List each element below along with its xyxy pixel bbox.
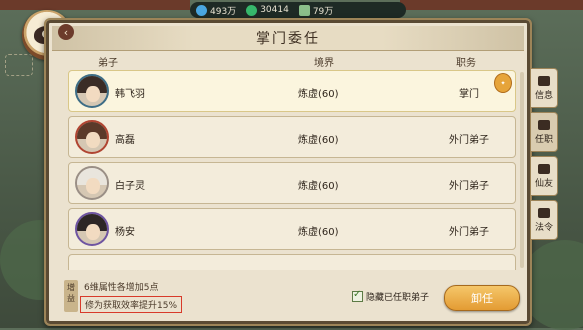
resource-bar: 493万 30414 79万 [190,2,406,18]
avatar-face [86,178,100,194]
row-post: 掌门 [459,89,479,100]
row-name: 韩飞羽 [115,89,145,100]
avatar [75,120,109,154]
avatar-face [86,132,100,148]
row-name: 白子灵 [115,181,145,192]
column-post: 职务 [456,58,476,69]
table-row-partial[interactable] [68,254,516,270]
column-realm: 境界 [314,58,334,69]
row-realm: 炼虚(60) [298,89,339,100]
table-row[interactable]: 高磊 炼虚(60) 外门弟子 [68,116,516,158]
avatar [75,212,109,246]
tab-friends[interactable]: 仙友 [530,156,558,196]
table-row[interactable]: 韩飞羽 炼虚(60) 掌门 ✦ [68,70,516,112]
tab-label: 信息 [534,90,553,101]
water-drop-icon [196,4,207,16]
dismiss-button[interactable]: 卸任 [444,285,520,311]
checkbox-label: 隐藏已任职弟子 [366,293,430,303]
disciple-list[interactable]: 韩飞羽 炼虚(60) 掌门 ✦ 高磊 炼虚(60) 外门弟子 白子灵 炼虚(60… [68,70,516,270]
resource-scroll: 79万 [298,4,334,17]
decor-strap [5,54,33,76]
table-row[interactable]: 白子灵 炼虚(60) 外门弟子 [68,162,516,204]
avatar-face [86,224,100,240]
row-post: 外门弟子 [449,227,489,238]
tab-decree[interactable]: 法令 [530,200,558,240]
tab-label: 仙友 [534,178,553,189]
row-post: 外门弟子 [449,181,489,192]
book-icon [538,75,550,86]
tab-info[interactable]: 信息 [530,68,558,108]
table-row[interactable]: 杨安 炼虚(60) 外门弟子 [68,208,516,250]
row-realm: 炼虚(60) [298,181,339,192]
avatar [75,74,109,108]
avatar-face [86,86,100,102]
resource-water: 493万 [196,4,236,17]
resource-scroll-value: 79万 [312,6,334,17]
top-decor-left [0,0,190,10]
panel-title: 掌门委任 [256,31,320,47]
tab-appoint[interactable]: 任职 [530,112,558,152]
side-tabs: 信息 任职 仙友 法令 [530,68,558,244]
dismiss-button-label: 卸任 [471,292,493,305]
decree-icon [538,207,550,218]
buff-cultivation: 修为获取效率提升15% [80,296,183,313]
row-realm: 炼虚(60) [298,135,339,146]
avatar [75,166,109,200]
buff-tag: 增益 [64,280,78,312]
panel-title-bar: 掌门委任 [52,26,524,51]
friends-icon [538,163,550,174]
tab-label: 任职 [534,134,553,145]
seal-icon [538,119,550,130]
list-scrollbar[interactable] [520,72,524,268]
scroll-icon [298,4,310,16]
top-decor-right [400,0,583,10]
back-icon[interactable]: ‹ [58,24,74,40]
bottom-bar: 增益 6维属性各增加5点 修为获取效率提升15% 隐藏已任职弟子 卸任 [52,276,524,318]
buff-attributes: 6维属性各增加5点 [84,283,159,293]
appointed-badge-icon: ✦ [494,73,512,93]
row-name: 高磊 [115,135,135,146]
column-disciple: 弟子 [98,58,118,69]
checkbox-icon[interactable] [352,289,363,302]
tab-label: 法令 [534,222,553,233]
row-realm: 炼虚(60) [298,227,339,238]
hide-appointed-toggle[interactable]: 隐藏已任职弟子 [352,289,430,303]
row-post: 外门弟子 [449,135,489,146]
table-header: 弟子 境界 职务 [52,52,524,69]
appoint-panel: 掌门委任 弟子 境界 职务 韩飞羽 炼虚(60) 掌门 ✦ 高磊 炼虚(60) … [44,18,532,326]
resource-stone: 30414 [246,4,289,16]
row-name: 杨安 [115,227,135,238]
spirit-stone-icon [246,4,258,16]
resource-stone-value: 30414 [260,5,289,15]
resource-water-value: 493万 [210,6,237,17]
